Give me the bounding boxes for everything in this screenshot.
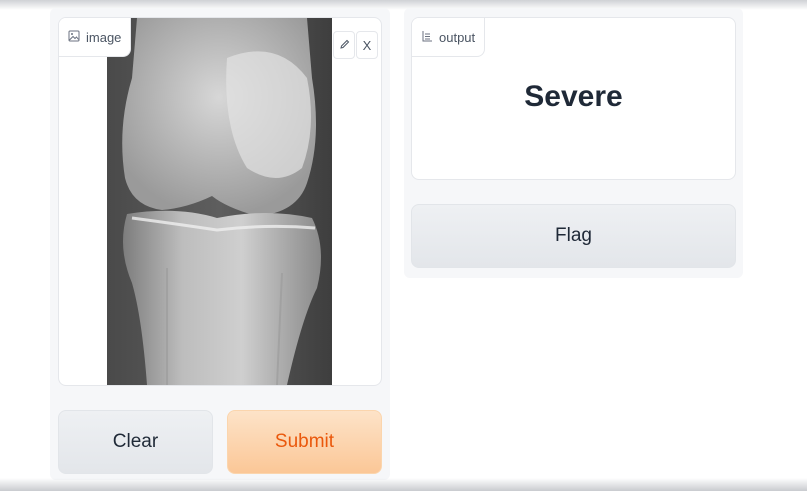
image-label: image [86,29,122,45]
image-label-tab: image [59,18,132,57]
label-icon [421,30,433,45]
prediction-result: Severe [524,80,623,113]
close-label: X [362,37,372,53]
edit-button[interactable] [333,31,355,59]
pencil-icon [339,38,350,53]
output-label-tab: output [412,18,486,57]
image-input-panel[interactable]: image X [58,17,382,386]
submit-button[interactable]: Submit [227,410,382,474]
flag-button[interactable]: Flag [411,204,736,268]
knee-xray-image [107,18,332,385]
output-label: output [439,29,476,45]
image-icon [68,30,80,45]
bottom-edge-shadow [0,478,807,491]
output-panel: output Severe [411,17,736,180]
clear-image-button[interactable]: X [356,31,378,59]
clear-button[interactable]: Clear [58,410,213,474]
